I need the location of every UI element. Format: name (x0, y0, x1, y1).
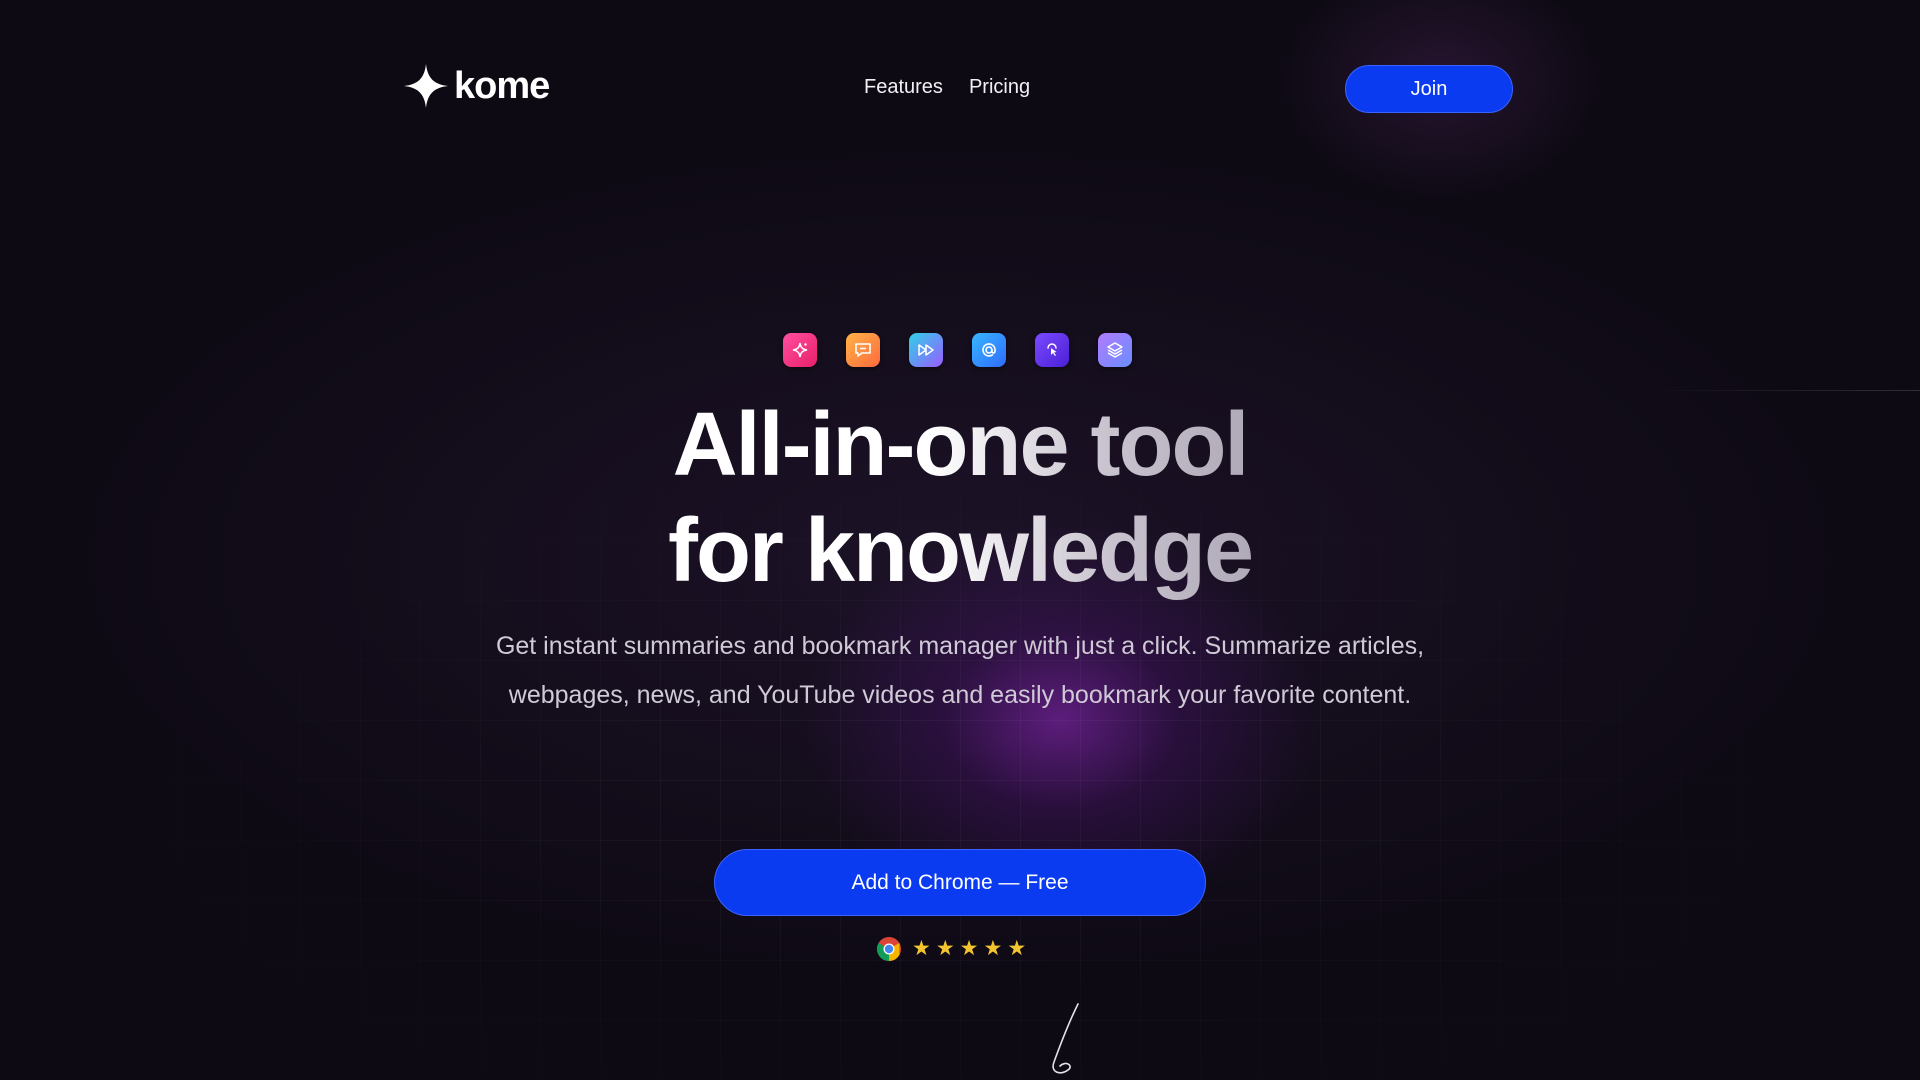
nav-pricing-link[interactable]: Pricing (969, 76, 1030, 99)
subtitle-line-2: webpages, news, and YouTube videos and e… (508, 681, 1412, 709)
decorative-scribble (1020, 1000, 1110, 1080)
hero-subtitle: Get instant summaries and bookmark manag… (460, 622, 1460, 720)
at-sign-icon (972, 333, 1006, 367)
nav-features-link[interactable]: Features (864, 76, 943, 99)
layers-icon (1098, 333, 1132, 367)
star-icon: ★ (935, 937, 955, 960)
star-icon: ★ (912, 937, 931, 960)
add-to-chrome-button[interactable]: Add to Chrome — Free (714, 849, 1206, 916)
headline-line-1: All-in-one tool (673, 392, 1250, 498)
landing-page: kome Features Pricing Join All-in-one to… (0, 0, 1920, 1080)
sparkle-icon (783, 333, 817, 367)
star-icon: ★ (959, 937, 979, 960)
join-button[interactable]: Join (1345, 65, 1513, 113)
fast-forward-icon (909, 333, 943, 367)
star-icon: ★ (1007, 937, 1027, 960)
chat-icon (846, 333, 880, 367)
star-icon: ★ (983, 937, 1003, 960)
feature-icons-row (783, 333, 1132, 367)
chrome-store-rating: ★ ★ ★ ★ ★ (876, 936, 1026, 962)
hero-headline: All-in-one tool for knowledge (0, 392, 1920, 604)
star-rating: ★ ★ ★ ★ ★ (912, 937, 1026, 961)
pointer-icon (1035, 333, 1069, 367)
sparkle-logo-icon (404, 64, 448, 108)
headline-line-2: for knowledge (668, 498, 1254, 604)
decorative-line (1640, 390, 1920, 391)
chrome-icon (876, 936, 902, 962)
logo[interactable]: kome (404, 64, 550, 108)
main-nav: Features Pricing (864, 76, 1030, 99)
logo-text: kome (454, 64, 550, 107)
site-header: kome Features Pricing Join (0, 0, 1920, 180)
subtitle-line-1: Get instant summaries and bookmark manag… (495, 632, 1425, 660)
